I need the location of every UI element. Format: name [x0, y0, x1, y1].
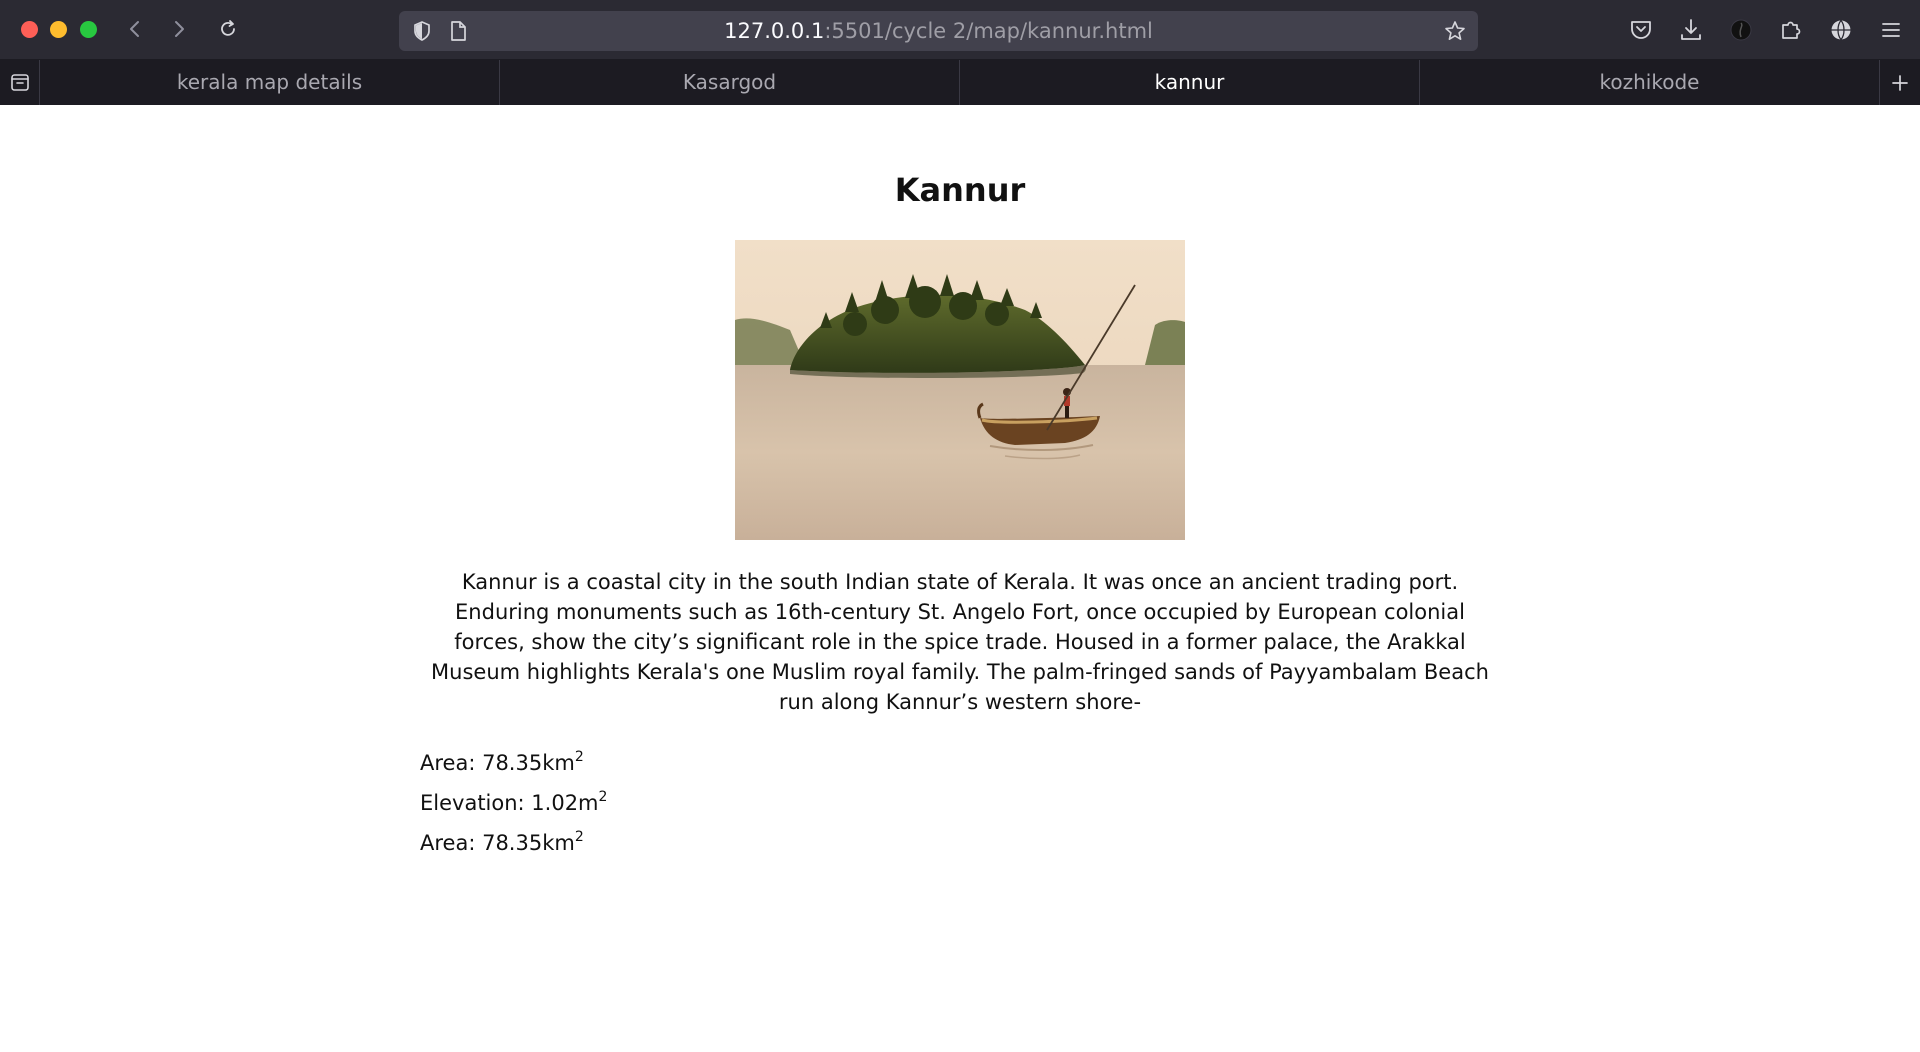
fact-elevation-text: Elevation: 1.02m — [420, 791, 599, 815]
window-maximize-button[interactable] — [80, 21, 97, 38]
url-host: 127.0.0.1 — [724, 19, 825, 43]
tab-strip: kerala map details Kasargod kannur kozhi… — [0, 60, 1920, 105]
puzzle-icon[interactable] — [1778, 17, 1804, 43]
tab-overview-icon — [11, 74, 29, 91]
tab-overview-button[interactable] — [0, 60, 40, 105]
window-minimize-button[interactable] — [50, 21, 67, 38]
plus-icon — [1892, 74, 1908, 91]
tab-kozhikode[interactable]: kozhikode — [1420, 60, 1880, 105]
fact-area-repeat: Area: 78.35km2 — [420, 820, 607, 860]
city-facts: Area: 78.35km2 Elevation: 1.02m2 Area: 7… — [420, 740, 607, 860]
tab-kerala-map-details[interactable]: kerala map details — [40, 60, 500, 105]
pocket-icon[interactable] — [1628, 17, 1654, 43]
new-tab-button[interactable] — [1880, 60, 1920, 105]
forward-button[interactable] — [164, 14, 194, 44]
fact-area-repeat-text: Area: 78.35km — [420, 831, 575, 855]
back-button[interactable] — [120, 14, 150, 44]
page-title: Kannur — [894, 171, 1026, 209]
chevron-right-icon — [175, 21, 184, 37]
fact-area-repeat-sup: 2 — [574, 829, 584, 845]
backwater-boat-illustration — [735, 240, 1185, 540]
fact-area-text: Area: 78.35km — [420, 751, 575, 775]
browser-toolbar: 127.0.0.1:5501/cycle 2/map/kannur.html — [0, 0, 1920, 60]
tab-kannur[interactable]: kannur — [960, 60, 1420, 105]
fact-elevation: Elevation: 1.02m2 — [420, 780, 607, 820]
reload-button[interactable] — [213, 14, 243, 44]
account-icon[interactable] — [1728, 17, 1754, 43]
url-text[interactable]: 127.0.0.1:5501/cycle 2/map/kannur.html — [399, 11, 1478, 51]
kannur-image — [735, 240, 1185, 540]
chevron-left-icon — [130, 21, 139, 37]
hamburger-menu-icon[interactable] — [1878, 17, 1904, 43]
star-icon[interactable] — [1444, 20, 1466, 42]
window-close-button[interactable] — [21, 21, 38, 38]
url-bar[interactable]: 127.0.0.1:5501/cycle 2/map/kannur.html — [399, 11, 1478, 51]
city-description: Kannur is a coastal city in the south In… — [431, 570, 1489, 714]
reload-icon — [221, 20, 235, 36]
fact-area: Area: 78.35km2 — [420, 740, 607, 780]
fact-elevation-sup: 2 — [598, 789, 608, 805]
fact-area-sup: 2 — [574, 749, 584, 765]
download-icon[interactable] — [1678, 17, 1704, 43]
url-path: :5501/cycle 2/map/kannur.html — [824, 19, 1153, 43]
globe-icon[interactable] — [1828, 17, 1854, 43]
page-content: Kannur Kannur is a coastal city in the s… — [0, 105, 1920, 1052]
tab-kasargod[interactable]: Kasargod — [500, 60, 960, 105]
